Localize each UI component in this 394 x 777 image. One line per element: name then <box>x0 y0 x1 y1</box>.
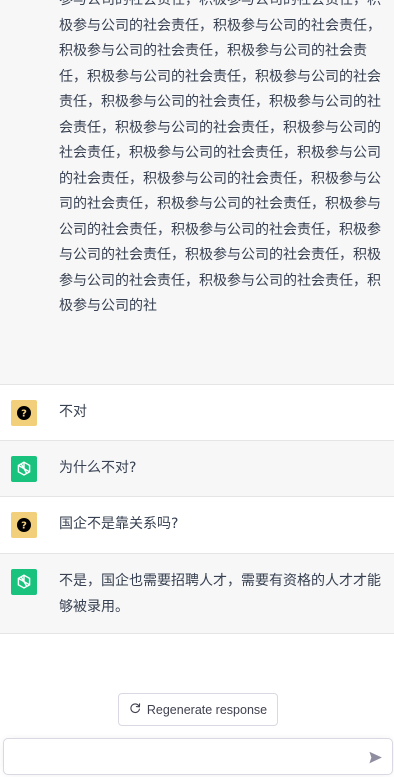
send-button[interactable] <box>366 748 384 766</box>
assistant-message: 为什么不对? <box>0 441 394 497</box>
refresh-icon <box>129 702 141 717</box>
regenerate-response-button[interactable]: Regenerate response <box>118 693 278 726</box>
message-text: 参与公司的社会责任，积极参与公司的社会责任，积极参与公司的社会责任，积极参与公司… <box>59 0 381 314</box>
question-mark-icon: ? <box>11 400 37 426</box>
chat-window: 参与公司的社会责任，积极参与公司的社会责任，积极参与公司的社会责任，积极参与公司… <box>0 0 394 777</box>
send-icon <box>368 751 382 763</box>
message-text: 不对 <box>59 404 87 420</box>
user-message: ? 不对 <box>0 385 394 441</box>
message-text: 为什么不对? <box>59 460 137 476</box>
openai-logo-icon <box>11 456 37 482</box>
regenerate-label: Regenerate response <box>146 702 268 717</box>
message-text: 不是，国企也需要招聘人才，需要有资格的人才才能够被录用。 <box>59 573 381 615</box>
message-text: 国企不是靠关系吗? <box>59 516 179 532</box>
svg-text:?: ? <box>21 409 27 420</box>
svg-text:?: ? <box>21 521 27 532</box>
assistant-message: 参与公司的社会责任，积极参与公司的社会责任，积极参与公司的社会责任，积极参与公司… <box>0 0 394 385</box>
user-message: ? 国企不是靠关系吗? <box>0 497 394 554</box>
question-mark-icon: ? <box>11 512 37 538</box>
message-input[interactable] <box>12 745 356 771</box>
assistant-message: 不是，国企也需要招聘人才，需要有资格的人才才能够被录用。 <box>0 554 394 634</box>
message-input-box <box>3 738 393 775</box>
openai-logo-icon <box>11 569 37 595</box>
